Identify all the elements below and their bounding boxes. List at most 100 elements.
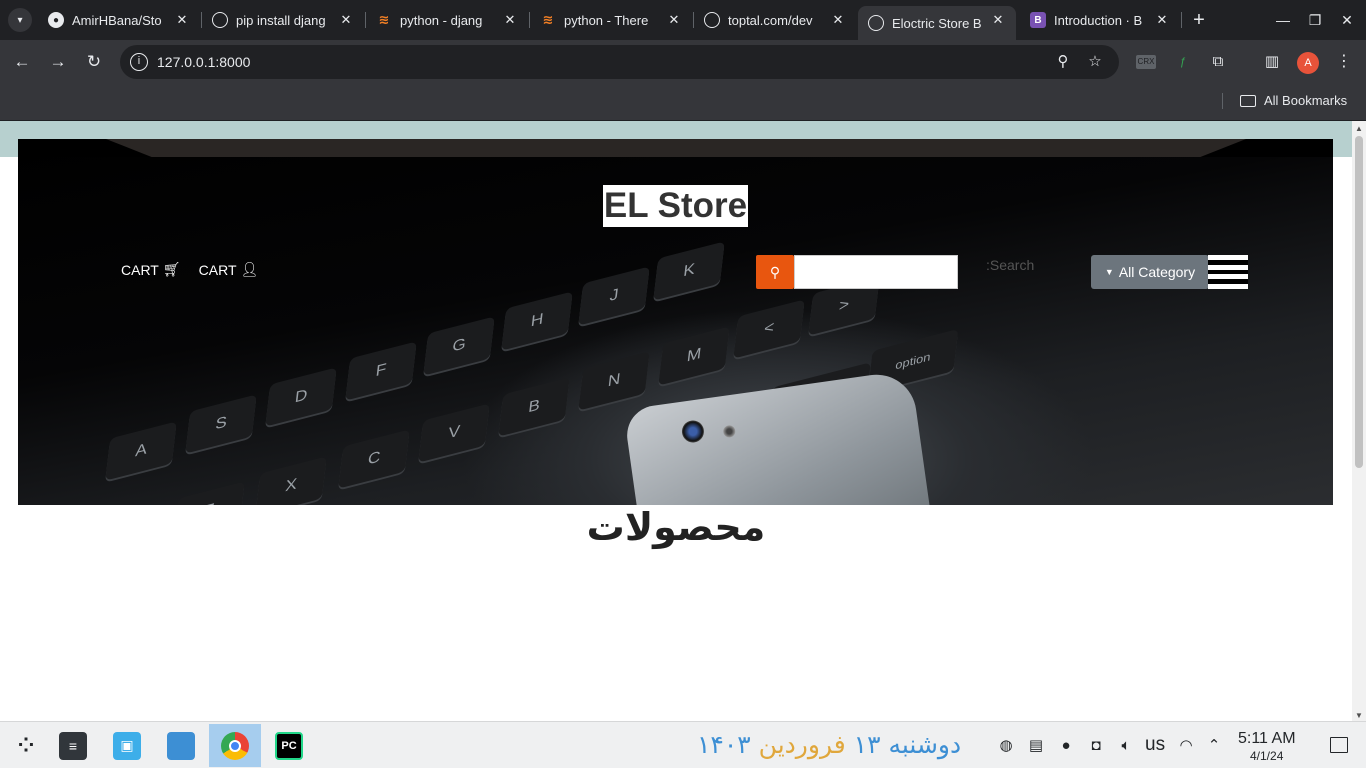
site-info-icon[interactable]: i — [130, 53, 148, 71]
settings-sliders-icon: ≡ — [59, 731, 87, 760]
tab-title: AmirHBana/Sto — [72, 12, 162, 28]
tab-strip: ▾ ● AmirHBana/Sto ✕ pip install djang ✕ … — [0, 0, 1366, 40]
tab-bootstrap-introduction[interactable]: B Introduction · B ✕ — [1020, 6, 1180, 34]
taskbar-discover[interactable]: ▣ — [101, 724, 153, 767]
key: K — [653, 241, 725, 301]
persian-date-year: ۱۴۰۳ — [697, 730, 751, 759]
products-section-title: محصولات — [586, 505, 766, 549]
tab-separator — [1181, 12, 1182, 28]
tab-python-there[interactable]: ≋ python - There ✕ — [530, 6, 692, 34]
vault-icon[interactable]: ◘ — [1086, 736, 1106, 756]
extensions-puzzle-icon[interactable]: ⧉ — [1208, 52, 1228, 72]
key: G — [423, 316, 495, 376]
hamburger-menu-icon[interactable] — [1208, 255, 1248, 289]
all-bookmarks-label: All Bookmarks — [1264, 93, 1348, 108]
zoom-icon[interactable]: ⚲ — [1054, 53, 1072, 71]
camera-flash — [722, 424, 737, 439]
hero-top-band — [18, 139, 1333, 157]
wifi-icon[interactable]: ◠ — [1176, 736, 1196, 756]
back-icon[interactable]: ← — [10, 50, 34, 74]
app-launcher[interactable]: ⁘ — [0, 724, 52, 767]
key: < — [733, 299, 805, 359]
minimize-icon[interactable]: — — [1273, 10, 1293, 30]
tab-search-button[interactable]: ▾ — [8, 8, 32, 32]
input-method-icon[interactable]: ◍ — [996, 736, 1016, 756]
site-brand[interactable]: EL Store — [603, 185, 748, 227]
tab-github[interactable]: ● AmirHBana/Sto ✕ — [38, 6, 200, 34]
browser-toolbar: ← → ↻ i 127.0.0.1:8000 ⚲ ☆ CRX ƒ ⧉ ▥ ⋮ — [0, 40, 1366, 85]
key: V — [418, 403, 490, 463]
close-icon[interactable]: ✕ — [174, 12, 190, 28]
shopping-cart-icon: 🛒︎ — [162, 261, 181, 277]
taskbar-chrome[interactable] — [209, 724, 261, 767]
tab-python-django[interactable]: ≋ python - djang ✕ — [366, 6, 528, 34]
key: H — [501, 291, 573, 351]
volume-icon[interactable]: 🔈︎ — [1116, 736, 1136, 756]
stackoverflow-icon: ≋ — [378, 12, 390, 27]
forward-icon[interactable]: → — [46, 50, 70, 74]
chrome-icon — [221, 731, 249, 760]
clipboard-icon[interactable]: ▤ — [1026, 736, 1046, 756]
hero-banner: K J H G F D S A N M B V C X Z < > comman… — [18, 139, 1333, 505]
tab-pip-install[interactable]: pip install djang ✕ — [202, 6, 364, 34]
scrollbar-thumb[interactable] — [1355, 136, 1363, 468]
account-link[interactable]: CART 👤︎ — [199, 261, 259, 278]
account-link-label: CART — [198, 261, 237, 278]
key: Z — [173, 481, 245, 505]
search-label: :Search — [986, 257, 1035, 273]
close-icon[interactable]: ✕ — [1154, 12, 1170, 28]
crx-extension-icon[interactable]: CRX — [1136, 55, 1156, 69]
extension-icon[interactable]: ƒ — [1174, 52, 1192, 72]
taskbar-pycharm[interactable]: PC — [263, 724, 315, 767]
taskbar: ⁘ ≡ ▣ PC دوشنبه ۱۳ فروردین ۱۴۰۳ ◍ ▤ ● ◘ … — [0, 721, 1366, 768]
folder-icon — [167, 731, 195, 760]
persian-date-month: فروردین — [758, 730, 846, 759]
show-desktop-icon[interactable] — [1330, 737, 1348, 753]
clock-date[interactable]: 4/1/24 — [1250, 749, 1283, 763]
github-icon: ● — [48, 12, 64, 28]
taskbar-system-settings[interactable]: ≡ — [47, 724, 99, 767]
address-bar[interactable]: i 127.0.0.1:8000 ⚲ ☆ — [120, 45, 1119, 79]
side-panel-icon[interactable]: ▥ — [1262, 52, 1282, 72]
cart-link[interactable]: CART 🛒︎ — [121, 261, 181, 278]
stackoverflow-icon: ≋ — [542, 12, 554, 27]
url-text[interactable]: 127.0.0.1:8000 — [157, 54, 250, 70]
close-icon[interactable]: ✕ — [666, 12, 682, 28]
pycharm-icon: PC — [275, 731, 303, 760]
new-tab-button[interactable]: + — [1188, 9, 1210, 31]
scroll-up-icon[interactable]: ▲ — [1355, 124, 1363, 133]
scroll-down-icon[interactable]: ▼ — [1355, 711, 1363, 720]
clock-time[interactable]: 5:11 AM — [1238, 730, 1296, 748]
search-button[interactable]: ⚲ — [756, 255, 794, 289]
more-menu-icon[interactable]: ⋮ — [1334, 52, 1354, 72]
profile-avatar[interactable]: A — [1297, 52, 1319, 74]
all-bookmarks-button[interactable]: All Bookmarks — [1240, 93, 1347, 108]
page-scrollbar[interactable]: ▲ ▼ — [1352, 121, 1366, 721]
close-icon[interactable]: ✕ — [338, 12, 354, 28]
key: J — [578, 266, 650, 326]
restore-icon[interactable]: ❐ — [1305, 10, 1325, 30]
key: X — [255, 456, 327, 505]
persian-date-day: دوشنبه ۱۳ — [853, 730, 962, 759]
close-window-icon[interactable]: ✕ — [1337, 10, 1357, 30]
key: C — [338, 429, 410, 489]
key: S — [185, 394, 257, 454]
reload-icon[interactable]: ↻ — [82, 50, 106, 74]
close-icon[interactable]: ✕ — [502, 12, 518, 28]
close-icon[interactable]: ✕ — [830, 12, 846, 28]
keyboard-layout[interactable]: us — [1145, 734, 1165, 756]
all-category-dropdown[interactable]: ▼ All Category — [1091, 255, 1209, 289]
tab-toptal[interactable]: toptal.com/dev ✕ — [694, 6, 856, 34]
search-input[interactable] — [794, 255, 958, 289]
lightbulb-icon[interactable]: ● — [1056, 736, 1076, 756]
folder-icon — [1240, 94, 1256, 107]
store-bag-icon: ▣ — [113, 731, 141, 760]
taskbar-file-manager[interactable] — [155, 724, 207, 767]
close-icon[interactable]: ✕ — [990, 12, 1006, 28]
tab-title: Eloctric Store B — [892, 15, 982, 31]
tab-title: pip install djang — [236, 12, 326, 28]
tray-expand-icon[interactable]: ⌃ — [1204, 736, 1224, 756]
tab-title: python - djang — [400, 12, 483, 28]
bookmark-star-icon[interactable]: ☆ — [1086, 53, 1104, 71]
tab-electric-store[interactable]: Eloctric Store B ✕ — [858, 6, 1016, 40]
